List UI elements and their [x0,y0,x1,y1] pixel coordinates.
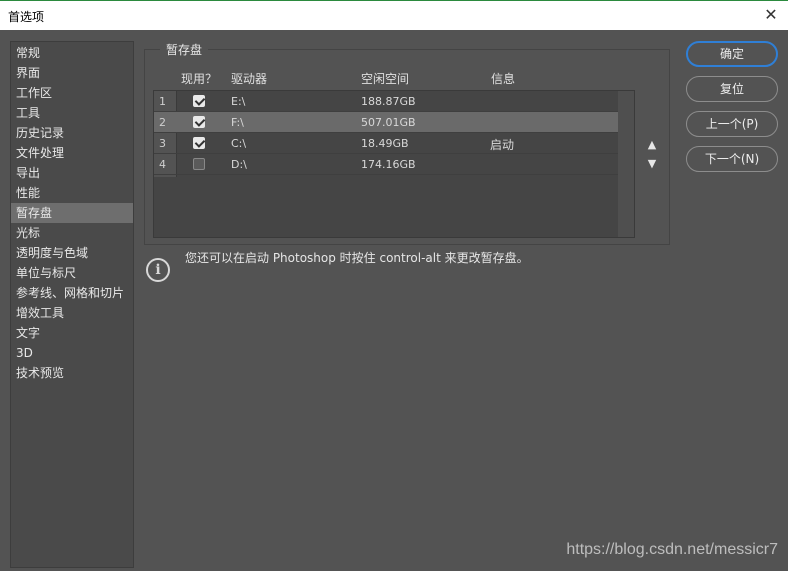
close-icon[interactable]: ✕ [760,4,782,26]
table-row[interactable]: 4 D:\ 174.16GB [154,154,618,175]
free-space-value: 507.01GB [361,116,416,129]
drive-label: F:\ [231,116,244,129]
sidebar-item[interactable]: 参考线、网格和切片 [11,283,133,303]
reset-button[interactable]: 复位 [686,76,778,102]
sidebar-item[interactable]: 历史记录 [11,123,133,143]
table-row[interactable]: 3 C:\ 18.49GB 启动 [154,133,618,154]
move-down-icon[interactable]: ▼ [645,157,659,170]
sidebar-item[interactable]: 常规 [11,43,133,63]
table-row[interactable]: 2 F:\ 507.01GB [154,112,618,133]
sidebar-item[interactable]: 工具 [11,103,133,123]
sidebar-item[interactable]: 文字 [11,323,133,343]
row-number: 1 [159,95,166,108]
sidebar-item[interactable]: 透明度与色域 [11,243,133,263]
info-value: 启动 [490,138,515,152]
active-checkbox[interactable] [193,137,205,149]
sidebar-item[interactable]: 增效工具 [11,303,133,323]
row-number: 2 [159,116,166,129]
column-header-active: 现用？ [181,72,218,86]
sidebar-item[interactable]: 暂存盘 [11,203,133,223]
ok-button[interactable]: 确定 [686,41,778,67]
sidebar-item[interactable]: 技术预览 [11,363,133,383]
title-bar: 首选项 ✕ [0,0,788,30]
active-checkbox[interactable] [193,158,205,170]
row-number: 3 [159,137,166,150]
drive-label: C:\ [231,137,247,150]
sidebar-item[interactable]: 光标 [11,223,133,243]
sidebar-item[interactable]: 性能 [11,183,133,203]
previous-button[interactable]: 上一个(P) [686,111,778,137]
table-scrollbar[interactable] [618,91,634,237]
free-space-value: 174.16GB [361,158,416,171]
column-header-free-space: 空闲空间 [361,72,410,86]
row-number: 4 [159,158,166,171]
scratch-disk-table: 1 E:\ 188.87GB 2 F:\ 507.01GB 3 C:\ 18.49GB 启动 4 D:… [153,90,635,238]
move-up-icon[interactable]: ▲ [645,138,659,151]
sidebar-item[interactable]: 3D [11,343,133,363]
sidebar-item[interactable]: 界面 [11,63,133,83]
sidebar-item[interactable]: 单位与标尺 [11,263,133,283]
scratch-note-text: 您还可以在启动 Photoshop 时按住 control-alt 来更改暂存盘… [185,251,529,265]
watermark-text: https://blog.csdn.net/messicr7 [566,541,778,558]
next-button[interactable]: 下一个(N) [686,146,778,172]
window-title: 首选项 [8,10,45,24]
active-checkbox[interactable] [193,95,205,107]
sidebar: 常规 界面 工作区 工具 历史记录 文件处理 导出 性能 暂存盘 光标 透明度与色域 单位与标尺 参考线… [10,41,134,568]
group-title: 暂存盘 [160,41,209,58]
info-icon: i [146,258,170,282]
drive-label: E:\ [231,95,246,108]
free-space-value: 18.49GB [361,137,409,150]
column-header-info: 信息 [491,72,516,86]
active-checkbox[interactable] [193,116,205,128]
free-space-value: 188.87GB [361,95,416,108]
sidebar-item[interactable]: 工作区 [11,83,133,103]
sidebar-item[interactable]: 文件处理 [11,143,133,163]
column-header-drive: 驱动器 [231,72,268,86]
table-row[interactable]: 1 E:\ 188.87GB [154,91,618,112]
sidebar-item[interactable]: 导出 [11,163,133,183]
drive-label: D:\ [231,158,247,171]
